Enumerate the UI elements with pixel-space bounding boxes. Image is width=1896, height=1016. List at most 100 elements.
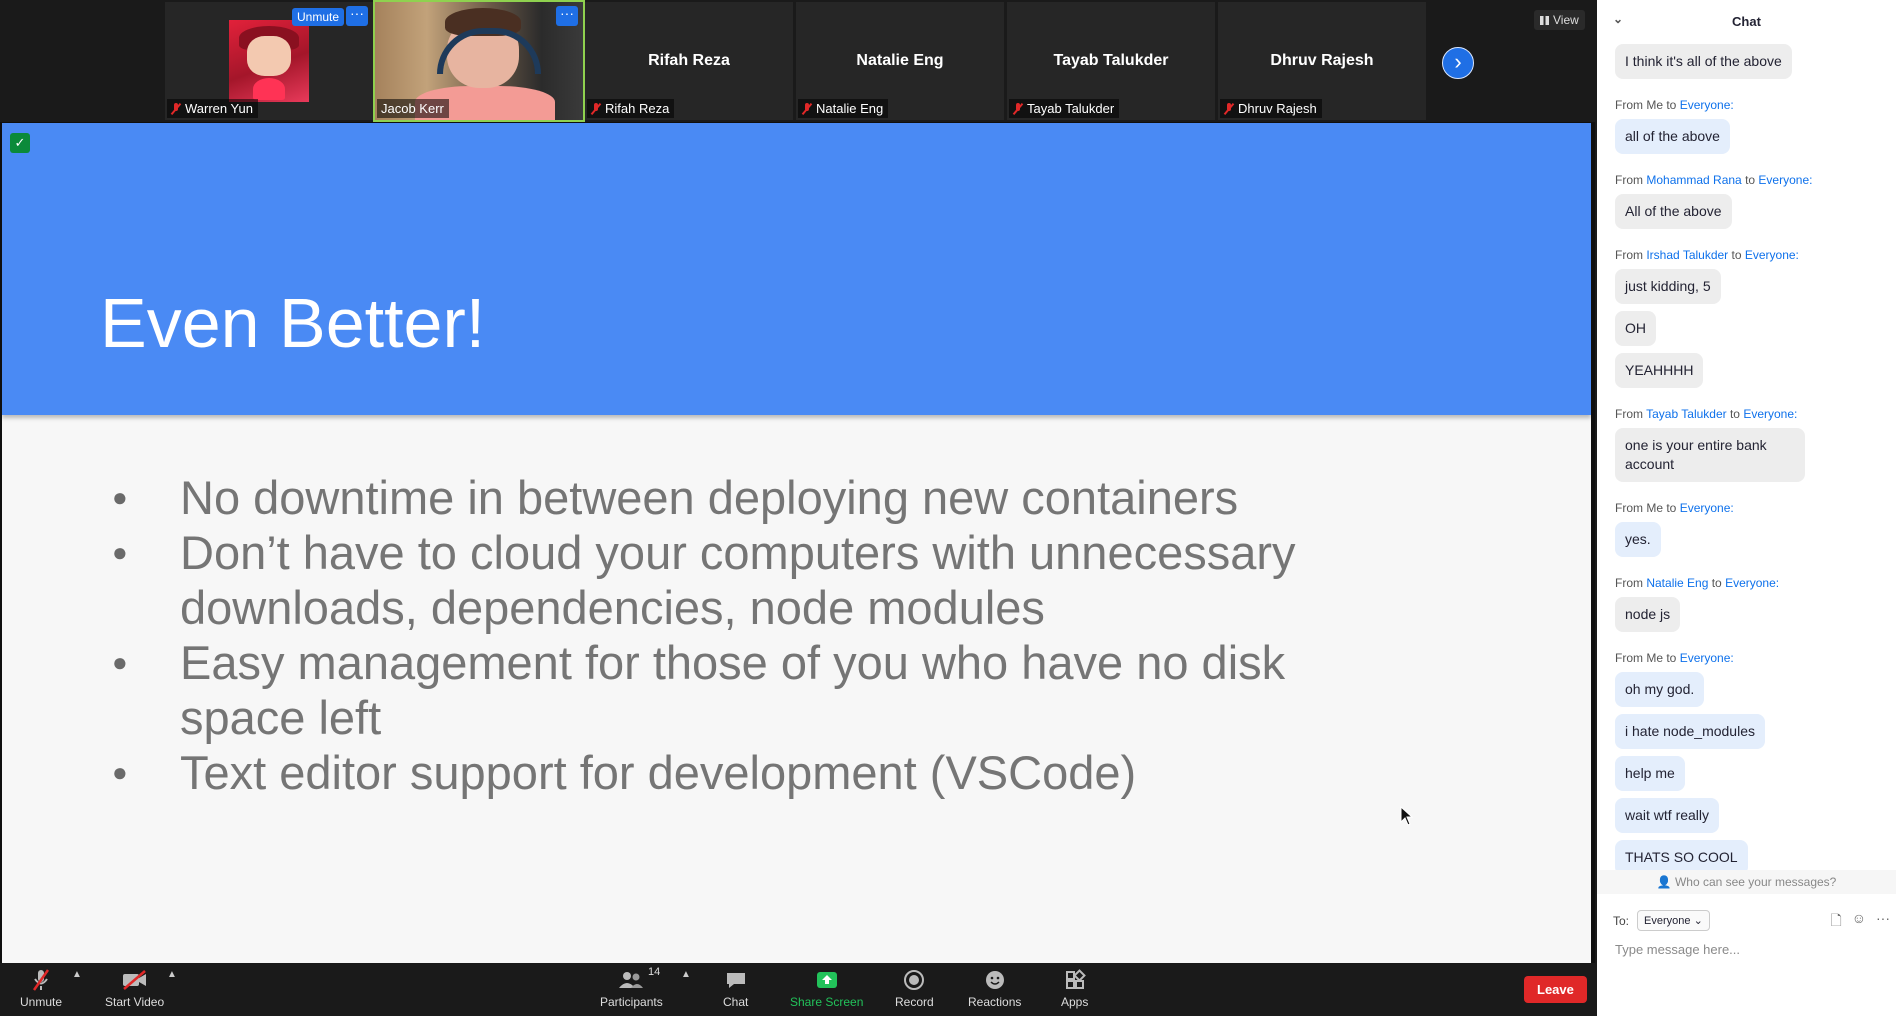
mic-muted-icon	[1013, 102, 1023, 115]
participant-tile-tayab-talukder[interactable]: Tayab Talukder Tayab Talukder	[1007, 2, 1215, 120]
message-recipient[interactable]: Everyone:	[1743, 407, 1797, 421]
participant-tile-natalie-eng[interactable]: Natalie Eng Natalie Eng	[796, 2, 1004, 120]
message-sender-name[interactable]: Natalie Eng	[1646, 576, 1708, 590]
slide-bullet: Don’t have to cloud your computers with …	[112, 525, 1362, 635]
message-sender-name[interactable]: Irshad Talukder	[1646, 248, 1728, 262]
message-sender-line: From Natalie Eng to Everyone:	[1615, 576, 1780, 590]
apps-icon	[1064, 967, 1086, 993]
chat-message-bubble[interactable]: one is your entire bank account	[1615, 428, 1805, 482]
shared-screen-slide: ✓ Even Better! No downtime in between de…	[2, 123, 1591, 963]
apps-button[interactable]: Apps	[1061, 967, 1088, 1009]
slide-header-band: ✓ Even Better!	[2, 123, 1591, 415]
chat-actions: 🗋 ☺ ···	[1830, 910, 1890, 934]
chat-message-bubble[interactable]: YEAHHHH	[1615, 353, 1704, 388]
chat-message-bubble[interactable]: help me	[1615, 756, 1685, 791]
message-recipient[interactable]: Everyone:	[1745, 248, 1799, 262]
message-sender-line: From Me to Everyone:	[1615, 98, 1734, 112]
start-video-button[interactable]: Start Video	[105, 967, 164, 1009]
message-recipient[interactable]: Everyone:	[1725, 576, 1779, 590]
message-recipient[interactable]: Everyone:	[1680, 651, 1734, 665]
chat-header: ⌄ Chat	[1597, 0, 1896, 42]
participants-label: Participants	[600, 995, 663, 1009]
view-label: View	[1553, 13, 1579, 27]
message-sender-name[interactable]: Mohammad Rana	[1646, 173, 1741, 187]
audio-options-caret-icon[interactable]: ▲	[72, 969, 82, 980]
meeting-stage: Warren Yun Unmute ··· Jacob Kerr ··· Rif…	[0, 0, 1595, 1016]
mic-muted-icon	[171, 102, 181, 115]
record-icon	[903, 967, 925, 993]
unmute-participant-button[interactable]: Unmute	[292, 8, 345, 26]
participant-more-button[interactable]: ···	[346, 6, 368, 26]
participant-more-button[interactable]: ···	[556, 6, 578, 26]
chat-message-input[interactable]	[1613, 937, 1877, 961]
participant-display-name: Rifah Reza	[648, 52, 730, 69]
chat-message-list: I think it's all of the above From Me to …	[1615, 44, 1885, 882]
share-screen-label: Share Screen	[790, 995, 864, 1009]
message-recipient[interactable]: Everyone:	[1758, 173, 1812, 187]
video-options-caret-icon[interactable]: ▲	[167, 969, 177, 980]
who-can-see-messages[interactable]: 👤 Who can see your messages?	[1597, 870, 1896, 894]
chat-message-bubble[interactable]: i hate node_modules	[1615, 714, 1765, 749]
unmute-button[interactable]: Unmute	[20, 967, 62, 1009]
message-recipient[interactable]: Everyone:	[1680, 501, 1734, 515]
chat-title: Chat	[1732, 13, 1761, 29]
file-icon[interactable]: 🗋	[1830, 910, 1841, 934]
leave-button[interactable]: Leave	[1524, 976, 1587, 1003]
participant-name-label: Rifah Reza	[587, 99, 675, 118]
person-lock-icon: 👤	[1656, 875, 1672, 889]
chat-message-bubble[interactable]: OH	[1615, 311, 1656, 346]
mouse-cursor-icon	[1400, 806, 1414, 826]
unmute-label: Unmute	[20, 995, 63, 1009]
participant-avatar-image	[229, 20, 309, 102]
mic-muted-icon	[1224, 102, 1234, 115]
chat-message-bubble[interactable]: oh my god.	[1615, 672, 1705, 707]
message-sender-line: From Me to Everyone:	[1615, 651, 1734, 665]
participant-name: Jacob Kerr	[381, 101, 444, 116]
slide-bullet: Easy management for those of you who hav…	[112, 635, 1362, 745]
message-sender-line: From Mohammad Rana to Everyone:	[1615, 173, 1813, 187]
message-recipient[interactable]: Everyone:	[1680, 98, 1734, 112]
chat-message-bubble[interactable]: all of the above	[1615, 119, 1730, 154]
apps-label: Apps	[1061, 995, 1089, 1009]
message-sender-line: From Irshad Talukder to Everyone:	[1615, 248, 1799, 262]
chat-button[interactable]: Chat	[723, 967, 748, 1009]
slide-bullet: No downtime in between deploying new con…	[112, 470, 1362, 525]
more-icon[interactable]: ···	[1876, 910, 1890, 934]
recipient-select[interactable]: Everyone ⌄	[1637, 910, 1710, 931]
chat-message-bubble[interactable]: yes.	[1615, 522, 1661, 557]
slide-bullet: Text editor support for development (VSC…	[112, 745, 1362, 800]
next-page-arrow-icon[interactable]: ›	[1442, 47, 1474, 79]
participant-tile-jacob-kerr[interactable]: Jacob Kerr ···	[373, 0, 585, 122]
participant-display-name: Dhruv Rajesh	[1270, 52, 1374, 69]
participant-display-name: Natalie Eng	[856, 52, 944, 69]
recipient-value: Everyone	[1644, 915, 1691, 927]
security-shield-icon[interactable]: ✓	[10, 133, 30, 153]
emoji-icon[interactable]: ☺	[1852, 910, 1866, 934]
message-sender-line: From Me to Everyone:	[1615, 501, 1734, 515]
share-screen-button[interactable]: Share Screen	[790, 967, 863, 1009]
chat-message-bubble[interactable]: All of the above	[1615, 194, 1732, 229]
chat-message-bubble[interactable]: node js	[1615, 597, 1681, 632]
chat-label: Chat	[723, 995, 749, 1009]
participants-caret-icon[interactable]: ▲	[681, 969, 691, 980]
chevron-down-icon: ⌄	[1693, 915, 1703, 927]
chat-panel: ⌄ Chat I think it's all of the above From…	[1597, 0, 1896, 1016]
participant-tile-dhruv-rajesh[interactable]: Dhruv Rajesh Dhruv Rajesh	[1218, 2, 1426, 120]
participant-tile-rifah-reza[interactable]: Rifah Reza Rifah Reza	[585, 2, 793, 120]
participant-name: Warren Yun	[185, 101, 253, 116]
chat-message-bubble[interactable]: just kidding, 5	[1615, 269, 1721, 304]
participant-name-label: Tayab Talukder	[1009, 99, 1120, 118]
chat-message-bubble[interactable]: wait wtf really	[1615, 798, 1720, 833]
message-sender-line: From Tayab Talukder to Everyone:	[1615, 407, 1798, 421]
participant-name: Natalie Eng	[816, 101, 884, 116]
view-button[interactable]: View	[1534, 10, 1585, 30]
participant-name: Tayab Talukder	[1027, 101, 1115, 116]
message-sender-name[interactable]: Tayab Talukder	[1646, 407, 1727, 421]
chat-bubble-icon	[725, 967, 747, 993]
mic-muted-icon	[31, 967, 51, 993]
reactions-button[interactable]: Reactions	[968, 967, 1021, 1009]
collapse-chevron-icon[interactable]: ⌄	[1613, 12, 1623, 26]
chat-message-bubble[interactable]: I think it's all of the above	[1615, 44, 1792, 79]
reactions-label: Reactions	[968, 995, 1022, 1009]
record-button[interactable]: Record	[895, 967, 934, 1009]
